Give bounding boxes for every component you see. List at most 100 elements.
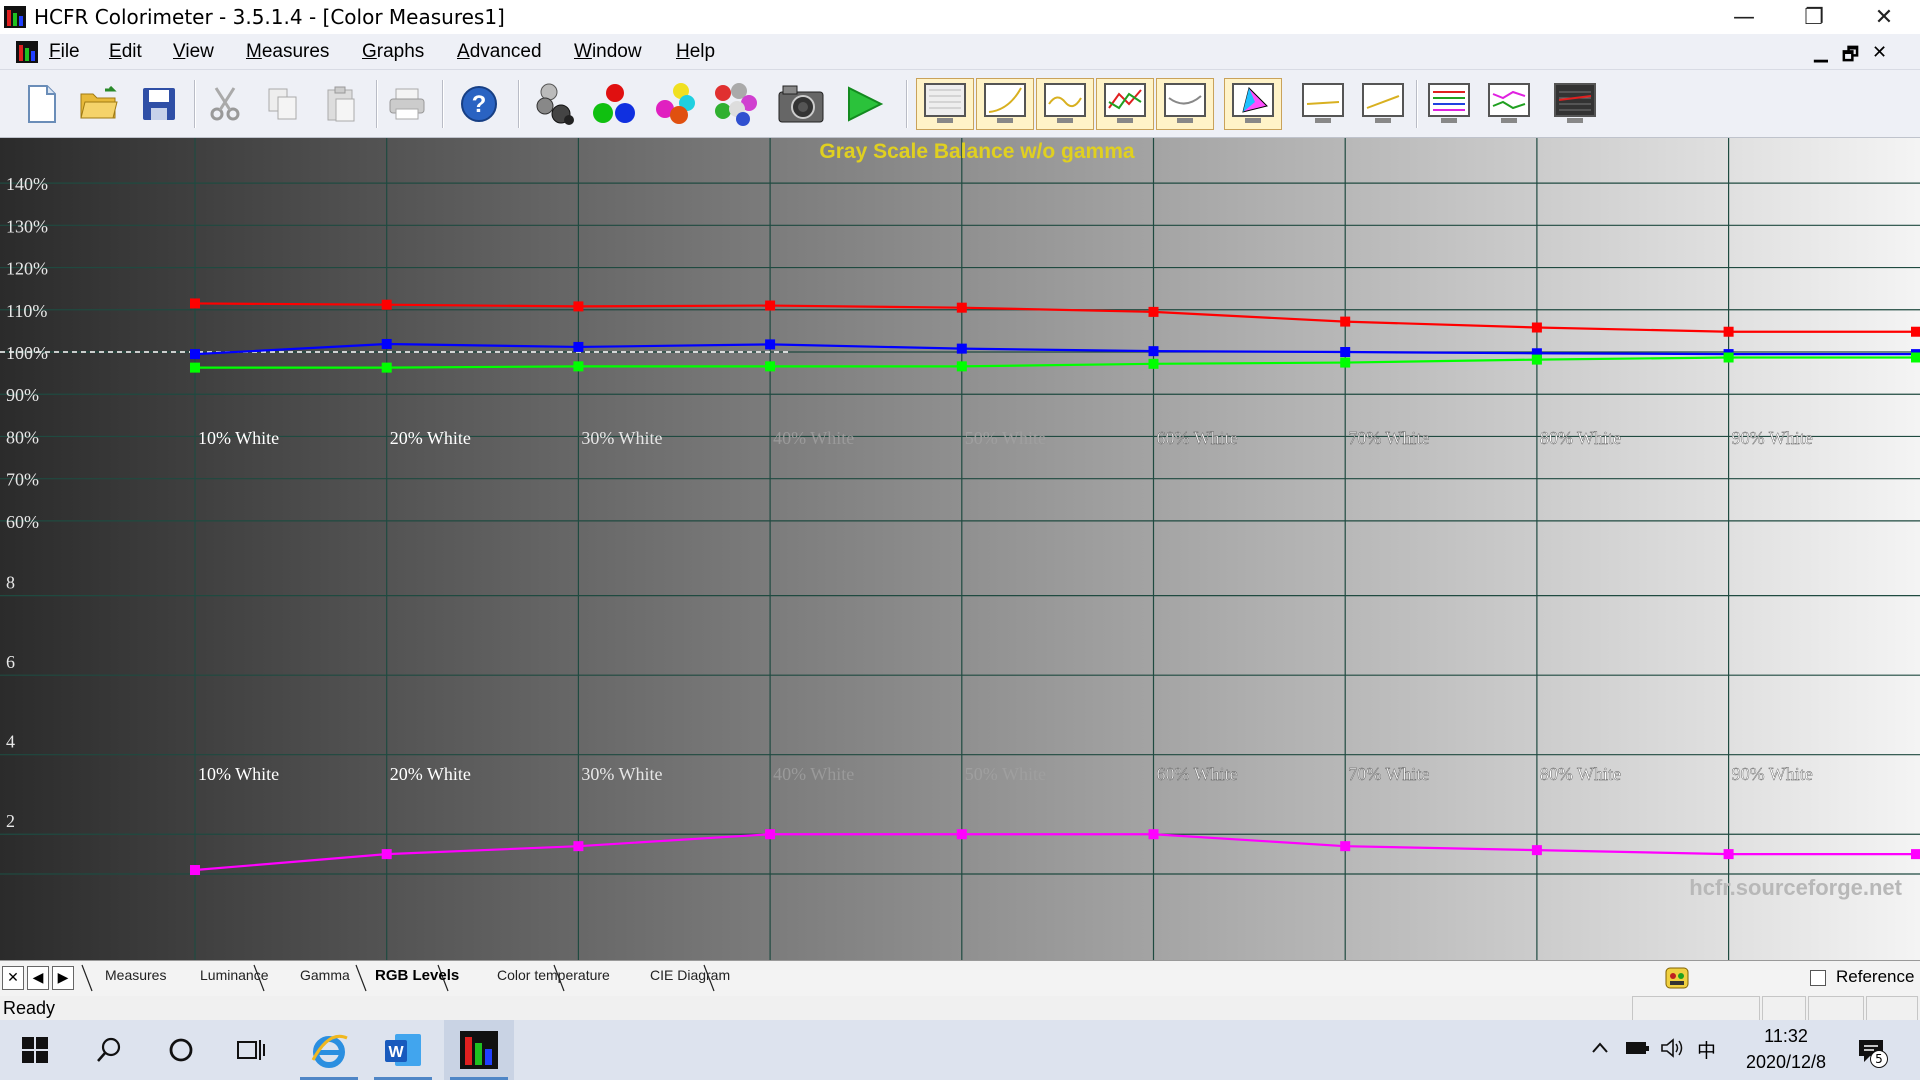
secondary-balls-icon[interactable] xyxy=(650,78,700,130)
menu-view[interactable]: View xyxy=(173,41,214,63)
menu-bar: File Edit View Measures Graphs Advanced … xyxy=(0,34,1920,70)
menu-measures[interactable]: Measures xyxy=(246,41,329,63)
taskbar: W 中 11:32 2020/12/8 5 xyxy=(0,1020,1920,1080)
play-icon[interactable] xyxy=(840,78,890,130)
y-tick-label-top: 70% xyxy=(6,470,39,490)
reference-checkbox[interactable] xyxy=(1810,970,1826,986)
graph-monitor-icon[interactable] xyxy=(916,78,974,130)
graph-pink-icon[interactable] xyxy=(1480,78,1538,130)
help-icon[interactable]: ? xyxy=(454,78,504,130)
new-document-icon[interactable] xyxy=(16,78,66,130)
word-icon[interactable]: W xyxy=(368,1020,438,1080)
category-label-top: 60% White xyxy=(1157,428,1238,448)
graph-dark-icon[interactable] xyxy=(1546,78,1604,130)
window-title: HCFR Colorimeter - 3.5.1.4 - [Color Meas… xyxy=(34,5,505,29)
copy-icon[interactable] xyxy=(258,78,308,130)
tab-luminance[interactable]: Luminance xyxy=(200,967,269,983)
tab-gamma[interactable]: Gamma xyxy=(300,967,350,983)
menu-help[interactable]: Help xyxy=(676,41,715,63)
y-tick-label-top: 90% xyxy=(6,385,39,405)
graph-line-icon[interactable] xyxy=(1294,78,1352,130)
category-label-bottom: 30% White xyxy=(581,764,662,784)
category-label-top: 80% White xyxy=(1540,428,1621,448)
hcfr-taskbar-icon[interactable] xyxy=(444,1020,514,1080)
open-folder-icon[interactable] xyxy=(74,78,124,130)
graph-wave-icon[interactable] xyxy=(1036,78,1094,130)
blue-series-point xyxy=(956,343,967,354)
cut-icon[interactable] xyxy=(200,78,250,130)
graph-cie-icon[interactable] xyxy=(1224,78,1282,130)
tab-measures[interactable]: Measures xyxy=(105,967,166,983)
meter-icon[interactable] xyxy=(1664,966,1690,995)
start-icon[interactable] xyxy=(0,1020,70,1080)
green-series-point xyxy=(1531,354,1542,365)
toolbar-separator xyxy=(376,80,378,128)
category-label-bottom: 60% White xyxy=(1157,764,1238,784)
tab-color-temperature[interactable]: Color temperature xyxy=(497,967,610,983)
menu-file[interactable]: File xyxy=(49,41,80,63)
graph-curve-icon[interactable] xyxy=(976,78,1034,130)
cortana-icon[interactable] xyxy=(146,1020,216,1080)
restore-button[interactable]: ❐ xyxy=(1780,0,1848,34)
category-label-top: 50% White xyxy=(965,428,1046,448)
graph-white-icon[interactable] xyxy=(1156,78,1214,130)
mdi-app-icon[interactable] xyxy=(16,41,38,63)
green-series-point xyxy=(573,361,584,372)
internet-explorer-icon[interactable] xyxy=(294,1020,364,1080)
tab-next-button[interactable]: ▶ xyxy=(52,966,74,990)
menu-window[interactable]: Window xyxy=(574,41,642,63)
app-icon[interactable] xyxy=(4,6,26,28)
chevron-up-icon[interactable] xyxy=(1590,1038,1610,1063)
toolbar-separator xyxy=(906,80,908,128)
graph-line2-icon[interactable] xyxy=(1354,78,1412,130)
camera-icon[interactable] xyxy=(776,78,826,130)
mdi-restore-button[interactable]: 🗗 xyxy=(1842,42,1859,72)
volume-icon[interactable] xyxy=(1660,1037,1684,1064)
task-view-icon[interactable] xyxy=(216,1020,286,1080)
chart-watermark: hcfr.sourceforge.net xyxy=(1689,875,1902,900)
tab-prev-button[interactable]: ◀ xyxy=(27,966,49,990)
chart-svg: 140% 130% 120% 110% 100% 90% 80% 70% 60% 8 6 4 2 10% … xyxy=(0,138,1920,960)
toolbar-separator xyxy=(194,80,196,128)
mdi-close-button[interactable]: ✕ xyxy=(1872,42,1887,63)
multi-balls-icon[interactable] xyxy=(710,78,760,130)
blue-series-point xyxy=(573,341,584,352)
delta-e-series-point xyxy=(765,829,776,840)
gray-balls-icon[interactable] xyxy=(532,78,582,130)
menu-edit[interactable]: Edit xyxy=(109,41,142,63)
ime-indicator[interactable]: 中 xyxy=(1697,1036,1716,1063)
tab-cie-diagram[interactable]: CIE Diagram xyxy=(650,967,730,983)
mdi-minimize-button[interactable]: ▁ xyxy=(1814,42,1828,63)
taskbar-time[interactable]: 11:32 xyxy=(1736,1026,1836,1047)
menu-graphs[interactable]: Graphs xyxy=(362,41,424,63)
category-label-bottom: 10% White xyxy=(198,764,279,784)
delta-e-series-point xyxy=(381,849,392,860)
red-series-point xyxy=(381,299,392,310)
delta-e-series-point xyxy=(956,829,967,840)
graph-multi-icon[interactable] xyxy=(1096,78,1154,130)
close-button[interactable]: ✕ xyxy=(1850,0,1918,34)
battery-icon[interactable] xyxy=(1624,1038,1652,1063)
paste-icon[interactable] xyxy=(316,78,366,130)
tab-close-button[interactable]: ✕ xyxy=(2,966,24,990)
search-icon[interactable] xyxy=(74,1020,144,1080)
menu-advanced[interactable]: Advanced xyxy=(457,41,542,63)
red-series-point xyxy=(956,302,967,313)
status-pane-2 xyxy=(1762,996,1806,1020)
save-icon[interactable] xyxy=(134,78,184,130)
minimize-button[interactable]: — xyxy=(1710,0,1778,34)
green-series-point xyxy=(765,361,776,372)
status-pane-4 xyxy=(1866,996,1918,1020)
taskbar-date[interactable]: 2020/12/8 xyxy=(1736,1052,1836,1073)
blue-series-point xyxy=(1148,346,1159,357)
gray-scale-chart: 140% 130% 120% 110% 100% 90% 80% 70% 60% 8 6 4 2 10% … xyxy=(0,138,1920,960)
blue-series-point xyxy=(190,349,200,360)
tab-rgb-levels[interactable]: RGB Levels xyxy=(375,967,459,984)
red-series-point xyxy=(190,298,200,309)
y-tick-label-bottom: 8 xyxy=(6,573,15,593)
graph-bars-icon[interactable] xyxy=(1420,78,1478,130)
rgb-balls-icon[interactable] xyxy=(590,78,640,130)
status-text: Ready xyxy=(3,998,56,1018)
print-icon[interactable] xyxy=(382,78,432,130)
green-series-point xyxy=(1340,357,1351,368)
